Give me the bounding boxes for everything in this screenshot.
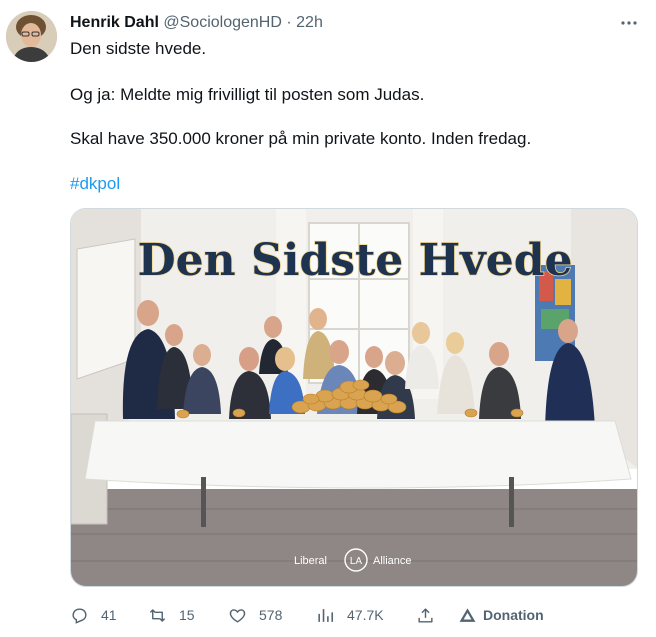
retweet-icon (149, 608, 166, 622)
donation-button[interactable]: Donation (458, 604, 544, 626)
share-button[interactable] (416, 604, 435, 626)
donation-icon (459, 607, 476, 622)
reply-icon (72, 607, 87, 624)
like-button[interactable]: 578 (228, 604, 282, 626)
author-avatar[interactable] (6, 11, 57, 62)
logo-mark: LA (350, 556, 363, 567)
tweet-text-line-1: Den sidste hvede. (70, 39, 207, 58)
views-chart-icon (318, 608, 334, 622)
photo-overlay-title: Den Sidste Hvede (137, 235, 572, 286)
header-separator: · (286, 14, 292, 31)
tweet-action-bar: 41 15 578 47.7K Donation (70, 604, 640, 626)
like-count: 578 (259, 607, 283, 623)
reply-count: 41 (101, 607, 117, 623)
tweet-header: Henrik Dahl @SociologenHD · 22h (70, 13, 323, 33)
logo-text-left: Liberal (294, 555, 327, 567)
tweet-photo[interactable]: Den Sidste Hvede Liberal LA Alliance (70, 208, 638, 587)
views-button[interactable]: 47.7K (316, 604, 384, 626)
retweet-count: 15 (179, 607, 195, 623)
reply-button[interactable]: 41 (70, 604, 117, 626)
author-name[interactable]: Henrik Dahl (70, 14, 159, 31)
view-count: 47.7K (347, 607, 384, 623)
share-icon (418, 607, 433, 623)
retweet-button[interactable]: 15 (148, 604, 195, 626)
tweet-timestamp[interactable]: 22h (296, 14, 323, 31)
more-options-icon[interactable] (618, 12, 640, 34)
logo-text-right: Alliance (373, 555, 412, 567)
heart-icon (229, 608, 246, 623)
hashtag-link[interactable]: #dkpol (70, 173, 120, 195)
author-handle[interactable]: @SociologenHD (163, 14, 282, 31)
tweet-text-line-2: Og ja: Meldte mig frivilligt til posten … (70, 85, 425, 104)
donation-label: Donation (483, 607, 544, 623)
tweet-text-line-3: Skal have 350.000 kroner på min private … (70, 129, 532, 148)
